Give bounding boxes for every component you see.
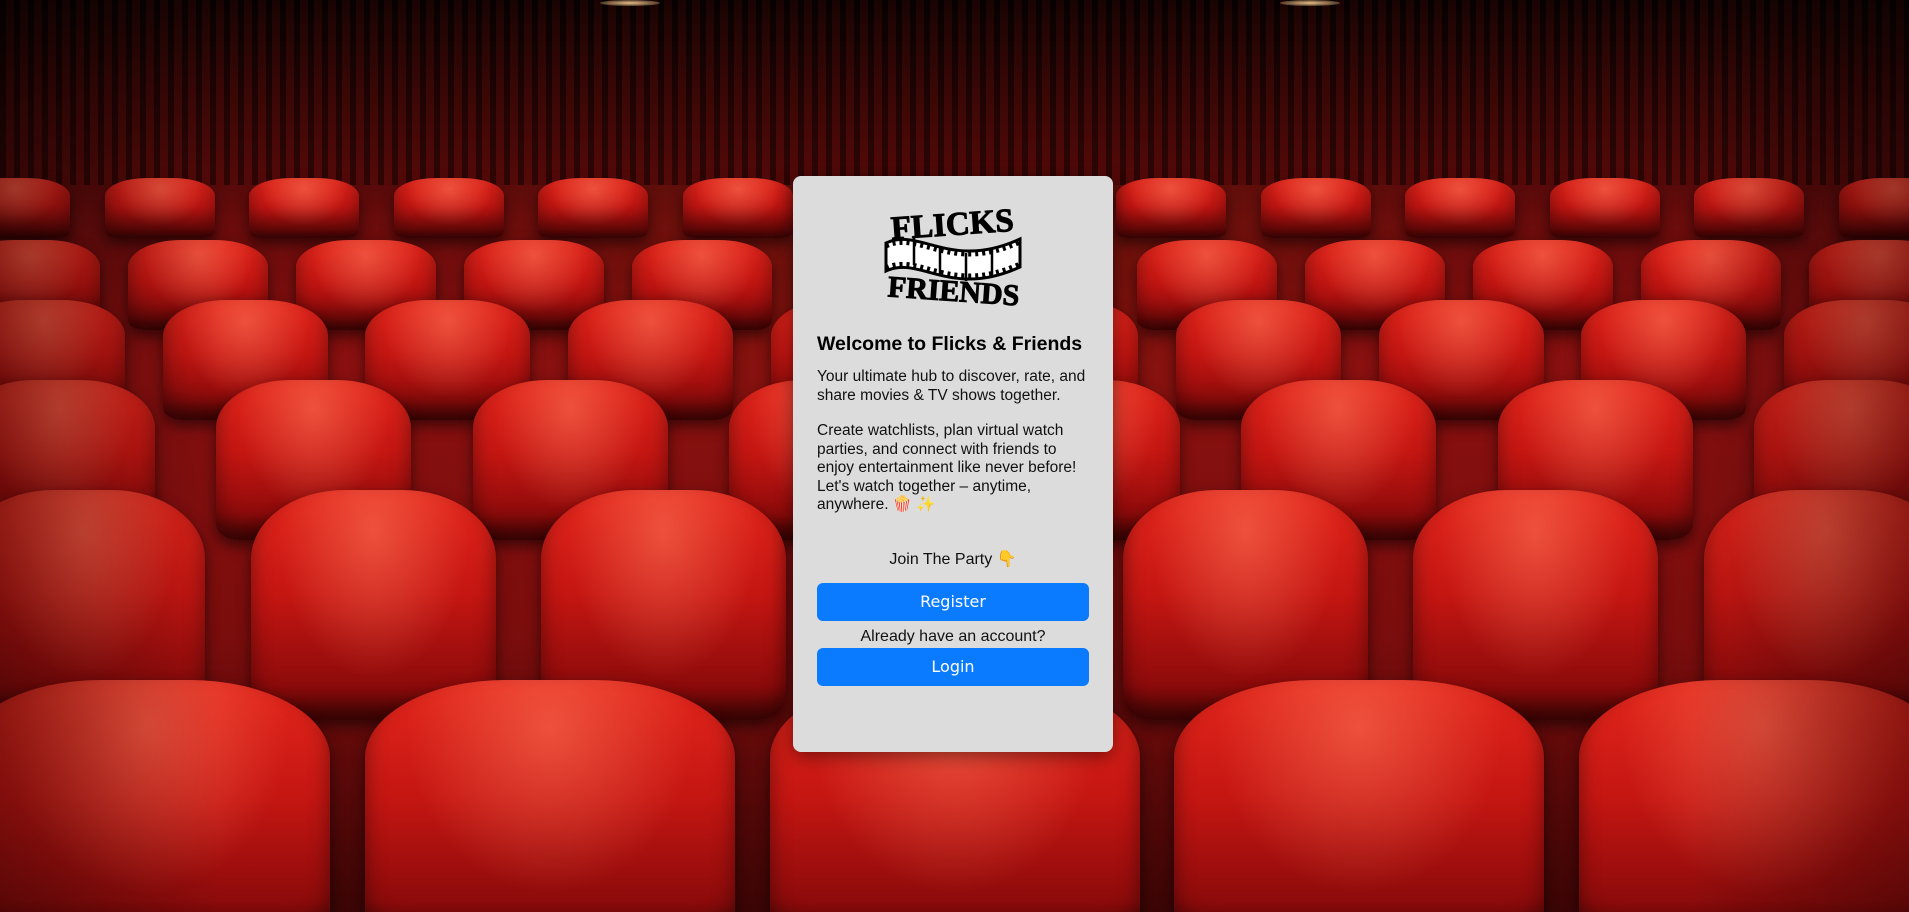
vignette — [0, 0, 220, 912]
register-button[interactable]: Register — [817, 582, 1089, 621]
seat — [1174, 680, 1545, 912]
welcome-card: FLICKS FRIENDS Welcome to Flicks & Frien… — [793, 176, 1113, 752]
logo-line1: FLICKS — [890, 203, 1015, 247]
seat — [1405, 178, 1516, 238]
seat — [393, 178, 504, 238]
seat — [682, 178, 793, 238]
seat — [1549, 178, 1660, 238]
intro-paragraph: Your ultimate hub to discover, rate, and… — [817, 368, 1086, 404]
flicks-friends-logo: FLICKS FRIENDS — [884, 202, 1022, 307]
seat — [538, 178, 649, 238]
seat — [1260, 178, 1371, 238]
ceiling-light — [1280, 0, 1340, 6]
seat — [364, 680, 735, 912]
ceiling-light — [600, 0, 660, 6]
already-account-text: Already have an account? — [860, 627, 1046, 645]
features-paragraph: Create watchlists, plan virtual watch pa… — [817, 422, 1077, 514]
seat — [249, 178, 360, 238]
vignette — [1689, 0, 1909, 912]
page-title: Welcome to Flicks & Friends — [817, 333, 1083, 355]
curtain — [0, 0, 1909, 185]
join-party-text: Join The Party 👇 — [889, 550, 1017, 568]
seat — [1116, 178, 1227, 238]
logo-line2: FRIENDS — [887, 270, 1021, 307]
login-button[interactable]: Login — [817, 647, 1089, 686]
